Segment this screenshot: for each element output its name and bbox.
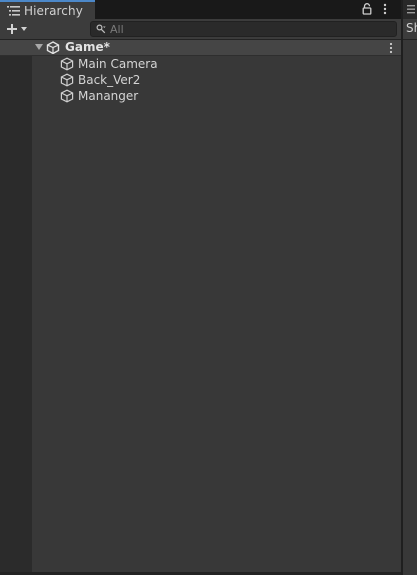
gameobject-label: Mananger (78, 89, 139, 103)
hierarchy-item-main-camera[interactable]: Main Camera (32, 56, 401, 72)
kebab-menu-icon[interactable] (379, 2, 391, 16)
plus-icon (7, 24, 27, 34)
gameobject-label: Back_Ver2 (78, 73, 141, 87)
gameobject-cube-icon (60, 89, 74, 103)
scene-name: Game* (65, 40, 110, 54)
create-dropdown-button[interactable] (4, 21, 34, 37)
kebab-menu-icon[interactable] (389, 42, 393, 54)
gameobject-label: Main Camera (78, 57, 158, 71)
tab-hierarchy[interactable]: Hierarchy (0, 0, 95, 19)
list-icon (7, 6, 20, 16)
hierarchy-tree: Game* Main Camera Back_Ver2 Mananger (0, 40, 401, 572)
hierarchy-toolbar (0, 19, 401, 40)
hierarchy-item-back-ver2[interactable]: Back_Ver2 (32, 72, 401, 88)
editor-window: Hierarchy All Game* Main Camera Back_Ver… (0, 0, 417, 575)
tab-title: Hierarchy (24, 3, 83, 18)
gameobject-cube-icon (60, 73, 74, 87)
search-input[interactable] (110, 22, 380, 36)
unity-scene-icon (46, 41, 60, 54)
adjacent-panel: Sh (403, 0, 417, 575)
lock-icon[interactable] (361, 2, 373, 16)
list-icon (407, 5, 415, 14)
adjacent-toolbar: Sh (403, 19, 417, 40)
panel-tab-bar: Hierarchy (0, 0, 401, 19)
hierarchy-gutter (0, 40, 32, 572)
hierarchy-panel: Hierarchy All Game* Main Camera Back_Ver… (0, 0, 401, 575)
search-icon (96, 24, 106, 34)
hierarchy-item-mananger[interactable]: Mananger (32, 88, 401, 104)
scene-header-row[interactable]: Game* (0, 40, 401, 56)
tab-actions (361, 2, 391, 16)
search-field[interactable] (90, 21, 397, 37)
gameobject-cube-icon (60, 57, 74, 71)
adjacent-toolbar-label[interactable]: Sh (406, 21, 417, 35)
adjacent-tab-bar (403, 0, 417, 19)
foldout-expanded-icon[interactable] (35, 43, 43, 51)
